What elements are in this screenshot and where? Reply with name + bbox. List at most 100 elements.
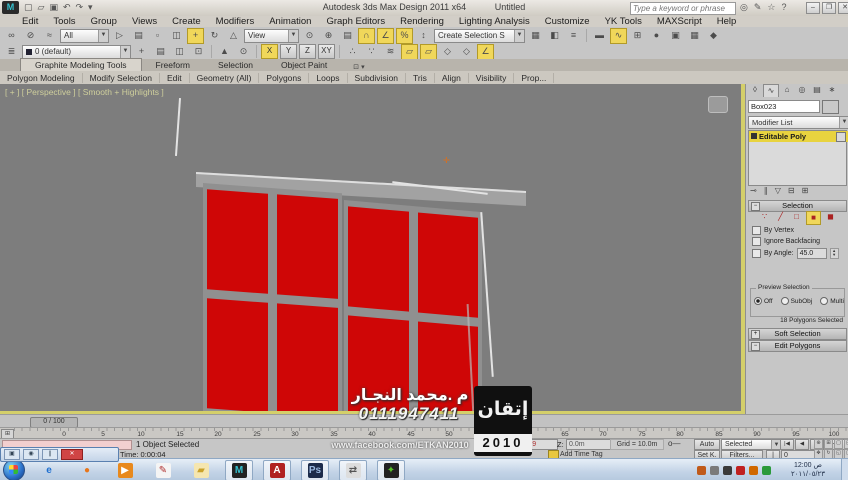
mirror-icon[interactable]: ◧	[546, 28, 563, 44]
constraint-c-icon[interactable]: ≋	[382, 44, 399, 60]
face-constraint-icon[interactable]: ▱	[420, 43, 437, 60]
select-by-name-icon[interactable]: ▤	[130, 28, 147, 44]
ribbon-tab[interactable]: Graphite Modeling Tools	[20, 58, 142, 71]
taskbar-image-viewer[interactable]: ⇄	[339, 459, 367, 480]
percent-snap-icon[interactable]: %	[396, 27, 413, 44]
ribbon-tab[interactable]: Freeform	[142, 59, 204, 71]
object-color-swatch[interactable]	[822, 100, 839, 114]
select-object-icon[interactable]: ▷	[111, 28, 128, 44]
search-icon[interactable]: ◎	[740, 1, 748, 14]
ribbon-panel-button[interactable]: Prop...	[514, 72, 555, 83]
modifier-list-dropdown[interactable]: Modifier List ▼	[748, 116, 848, 129]
layer-dropdown[interactable]: 0 (default) ▼	[22, 44, 131, 59]
ribbon-tab[interactable]: Object Paint	[267, 59, 341, 71]
ribbon-panel-button[interactable]: Polygon Modeling	[0, 72, 83, 83]
window-crossing-icon[interactable]: ◫	[168, 28, 185, 44]
door-panel[interactable]	[207, 298, 268, 411]
menu-item[interactable]: Lighting Analysis	[459, 16, 530, 27]
pin-stack-icon[interactable]: ⊸	[750, 186, 757, 195]
taskbar-internet-explorer[interactable]: e	[35, 460, 63, 480]
help-icon[interactable]: ?	[781, 1, 786, 14]
taskbar-3ds-max[interactable]: M	[225, 459, 253, 480]
menu-item[interactable]: Modifiers	[216, 16, 255, 27]
polygon-mode-icon[interactable]: ■	[806, 211, 821, 225]
toggle-ribbon-icon[interactable]: ▬	[591, 28, 608, 44]
close-button[interactable]: ✕	[838, 2, 848, 14]
menu-item[interactable]: Customize	[545, 16, 590, 27]
render-production-icon[interactable]: ◆	[705, 28, 722, 44]
motion-tab-icon[interactable]: ◎	[795, 84, 809, 96]
by-angle-value-field[interactable]: 45.0	[796, 248, 827, 259]
show-desktop-button[interactable]	[841, 459, 848, 480]
recorder-record-icon[interactable]: ◉	[23, 449, 39, 460]
menu-item[interactable]: Animation	[269, 16, 311, 27]
tray-speaker-icon[interactable]	[723, 465, 732, 475]
select-and-move-icon[interactable]: +	[187, 27, 204, 44]
layer-manager-icon[interactable]: ≣	[3, 44, 20, 60]
taskbar-photoshop[interactable]: Ps	[301, 459, 329, 480]
soft-selection-rollout-header[interactable]: + Soft Selection	[748, 328, 847, 340]
create-tab-icon[interactable]: ◊	[748, 84, 762, 96]
taskbar-utility[interactable]: ✎	[149, 460, 177, 480]
use-pivot-center-icon[interactable]: ⊙	[301, 28, 318, 44]
ribbon-panel-button[interactable]: Subdivision	[348, 72, 407, 83]
menu-item[interactable]: Group	[91, 16, 117, 27]
taskbar-folder[interactable]: ▰	[187, 460, 215, 480]
edit-named-sets-icon[interactable]: ▦	[527, 28, 544, 44]
taskbar-clock[interactable]: ص 12:00 ٢٠١١/٠٥/٢٣	[779, 461, 837, 479]
normal-a-icon[interactable]: ◇	[439, 44, 456, 60]
menu-item[interactable]: MAXScript	[657, 16, 702, 27]
normal-b-icon[interactable]: ◇	[458, 44, 475, 60]
menu-item[interactable]: YK Tools	[605, 16, 642, 27]
unlink-selection-icon[interactable]: ⊘	[22, 28, 39, 44]
checkbox-icon[interactable]	[752, 237, 761, 246]
taskbar-app[interactable]: ✦	[377, 459, 405, 480]
ignore-backfacing-row[interactable]: Ignore Backfacing	[752, 237, 820, 246]
sign-in-icon[interactable]: ✎	[754, 1, 762, 14]
door-leaf-left[interactable]	[203, 183, 342, 411]
door-panel[interactable]	[417, 212, 478, 318]
menu-item[interactable]: Rendering	[400, 16, 444, 27]
viewcube-icon[interactable]	[708, 96, 728, 113]
rendered-frame-icon[interactable]: ▦	[686, 28, 703, 44]
axis-constraint-button[interactable]: Y	[280, 44, 297, 59]
recorder-stop-icon[interactable]: ✕	[61, 449, 83, 460]
menu-item[interactable]: Edit	[22, 16, 38, 27]
zoom-extents-icon[interactable]: ▢	[834, 439, 843, 449]
door-panel[interactable]	[348, 206, 409, 312]
element-mode-icon[interactable]: ◼	[824, 211, 837, 223]
select-and-scale-icon[interactable]: △	[225, 28, 242, 44]
axis-constraint-button[interactable]: XY	[318, 44, 335, 59]
tray-network-icon[interactable]	[710, 465, 719, 475]
axis-constraint-button[interactable]: X	[261, 44, 278, 59]
select-and-manipulate-icon[interactable]: ⊕	[320, 28, 337, 44]
vertex-mode-icon[interactable]: ∵	[758, 211, 771, 223]
ribbon-panel-button[interactable]: Geometry (All)	[190, 72, 260, 83]
door-panel[interactable]	[207, 189, 268, 294]
checkbox-icon[interactable]	[752, 226, 761, 235]
reference-coordinate-dropdown[interactable]: View ▼	[244, 28, 299, 43]
taskbar-media-player[interactable]: ▶	[111, 460, 139, 480]
previous-frame-icon[interactable]: ◀	[795, 439, 809, 450]
start-button[interactable]	[3, 459, 25, 480]
utilities-tab-icon[interactable]: ∗	[825, 84, 839, 96]
menu-item[interactable]: Graph Editors	[326, 16, 385, 27]
preview-selection-option[interactable]: SubObj	[780, 297, 812, 305]
infocenter-search-input[interactable]	[630, 2, 736, 15]
taskbar-autocad[interactable]: A	[263, 459, 291, 480]
display-tab-icon[interactable]: ▤	[810, 84, 824, 96]
modifier-stack-item[interactable]: Editable Poly	[749, 131, 848, 142]
preview-selection-option[interactable]: Multi	[820, 297, 844, 305]
schematic-view-icon[interactable]: ⊞	[629, 28, 646, 44]
ribbon-panel-button[interactable]: Edit	[160, 72, 190, 83]
tray-messenger-icon[interactable]	[762, 465, 771, 475]
curve-editor-icon[interactable]: ∿	[610, 27, 627, 44]
taskbar-firefox[interactable]: ●	[73, 460, 101, 480]
ribbon-minimize-icon[interactable]: ⊡ ▾	[353, 63, 364, 71]
coordinate-z-field[interactable]: 0.0m	[566, 439, 612, 450]
bind-to-space-warp-icon[interactable]: ≈	[41, 28, 58, 44]
edit-polygons-rollout-header[interactable]: − Edit Polygons	[748, 340, 847, 352]
auto-key-button[interactable]: Auto	[694, 439, 720, 450]
align-icon[interactable]: ≡	[565, 28, 582, 44]
checkbox-icon[interactable]	[752, 249, 761, 258]
